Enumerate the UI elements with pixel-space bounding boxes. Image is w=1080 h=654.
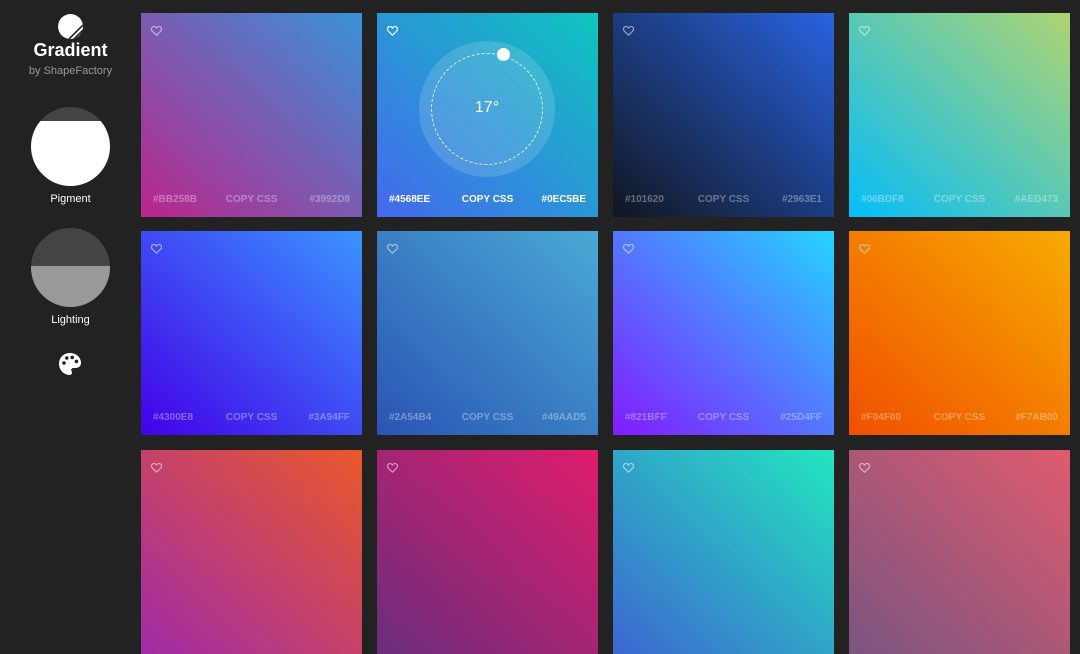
heart-icon[interactable] xyxy=(386,460,399,474)
gradient-card[interactable]: COPY CSS #BB258B #3992D8 xyxy=(141,13,362,217)
gradient-card[interactable] xyxy=(377,450,598,654)
heart-icon[interactable] xyxy=(386,23,399,37)
start-color-code: #821BFF xyxy=(625,412,667,423)
gradient-card[interactable]: COPY CSS #4300E8 #3A94FF xyxy=(141,231,362,435)
lighting-mode-button[interactable]: Lighting xyxy=(0,228,141,328)
sidebar: Gradient by ShapeFactory Pigment Lightin… xyxy=(0,0,141,547)
lighting-label: Lighting xyxy=(51,314,90,326)
start-color-code: #4300E8 xyxy=(153,412,194,423)
pigment-mode-button[interactable]: Pigment xyxy=(0,107,141,207)
temperature-readout: 17° xyxy=(474,99,500,116)
gradient-card[interactable] xyxy=(849,450,1070,654)
end-color-code: #25D4FF xyxy=(780,412,822,423)
card-footer: COPY CSS #101620 #2963E1 xyxy=(613,194,834,208)
start-color-code: #4568EE xyxy=(389,194,431,205)
start-color-code: #BB258B xyxy=(153,194,197,205)
heart-icon[interactable] xyxy=(150,460,163,474)
card-footer: COPY CSS #4300E8 #3A94FF xyxy=(141,412,362,426)
gradient-card[interactable]: COPY CSS #F04F00 #F7AB00 xyxy=(849,231,1070,435)
card-footer: COPY CSS #2A54B4 #49AAD5 xyxy=(377,412,598,426)
gradient-card[interactable]: 17° COPY CSS #4568EE #0EC5BE xyxy=(377,13,598,217)
heart-icon[interactable] xyxy=(622,23,635,37)
heart-icon[interactable] xyxy=(622,241,635,255)
temperature-dial[interactable]: 17° xyxy=(419,41,555,177)
gradient-card[interactable] xyxy=(613,450,834,654)
app-title: Gradient xyxy=(33,40,108,60)
gradient-card[interactable]: COPY CSS #2A54B4 #49AAD5 xyxy=(377,231,598,435)
end-color-code: #2963E1 xyxy=(781,194,822,205)
card-footer: COPY CSS #821BFF #25D4FF xyxy=(613,412,834,426)
card-footer: COPY CSS #BB258B #3992D8 xyxy=(141,194,362,208)
pigment-label: Pigment xyxy=(50,193,91,205)
end-color-code: #49AAD5 xyxy=(542,412,586,423)
end-color-code: #AED473 xyxy=(1014,194,1058,205)
start-color-code: #101620 xyxy=(625,194,664,205)
gradient-card[interactable]: COPY CSS #101620 #2963E1 xyxy=(613,13,834,217)
start-color-code: #F04F00 xyxy=(861,412,902,423)
heart-icon[interactable] xyxy=(150,241,163,255)
card-footer: COPY CSS #4568EE #0EC5BE xyxy=(377,194,598,208)
logo-icon xyxy=(58,14,83,39)
gradient-card[interactable]: COPY CSS #06BDF8 #AED473 xyxy=(849,13,1070,217)
start-color-code: #2A54B4 xyxy=(389,412,432,423)
heart-icon[interactable] xyxy=(858,460,871,474)
app-subtitle: by ShapeFactory xyxy=(28,65,113,77)
pigment-swatch xyxy=(31,107,110,186)
gradient-card[interactable] xyxy=(141,450,362,654)
end-color-code: #3A94FF xyxy=(308,412,350,423)
heart-icon[interactable] xyxy=(858,241,871,255)
end-color-code: #F7AB00 xyxy=(1015,412,1058,423)
heart-icon[interactable] xyxy=(858,23,871,37)
end-color-code: #0EC5BE xyxy=(541,194,586,205)
heart-icon[interactable] xyxy=(150,23,163,37)
end-color-code: #3992D8 xyxy=(309,194,350,205)
lighting-swatch xyxy=(31,228,110,307)
dial-knob[interactable] xyxy=(497,48,510,61)
heart-icon[interactable] xyxy=(386,241,399,255)
palette-icon[interactable] xyxy=(57,351,83,377)
card-footer: COPY CSS #F04F00 #F7AB00 xyxy=(849,412,1070,426)
gradient-card[interactable]: COPY CSS #821BFF #25D4FF xyxy=(613,231,834,435)
start-color-code: #06BDF8 xyxy=(861,194,904,205)
card-footer: COPY CSS #06BDF8 #AED473 xyxy=(849,194,1070,208)
heart-icon[interactable] xyxy=(622,460,635,474)
